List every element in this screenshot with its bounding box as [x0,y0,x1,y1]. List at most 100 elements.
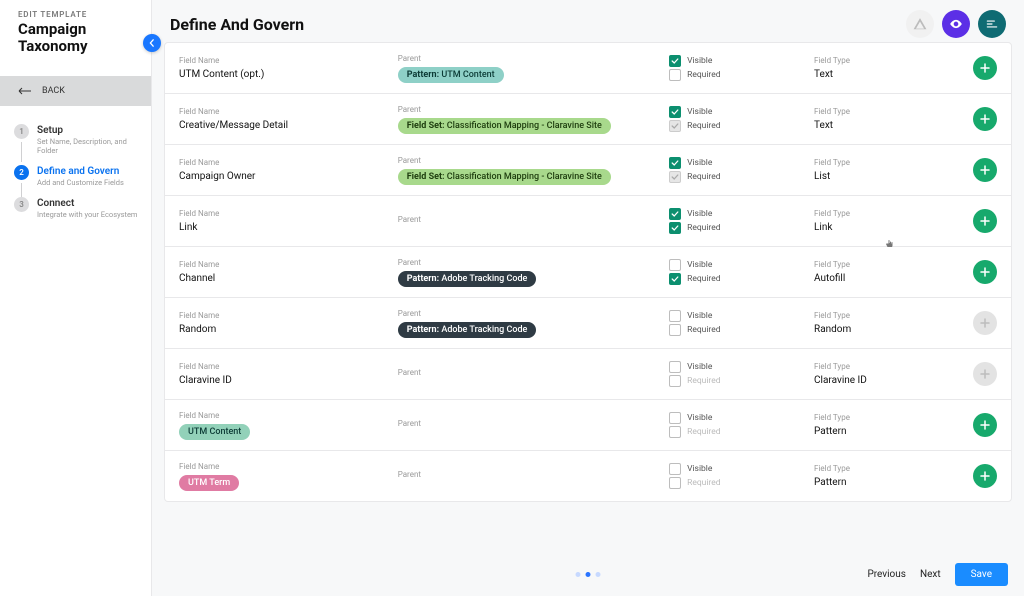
visible-label: Visible [687,158,712,168]
required-label: Required [687,70,720,80]
settings-button[interactable] [978,10,1006,38]
required-checkbox[interactable] [669,426,681,438]
visible-checkbox[interactable] [669,208,681,220]
field-name-pill: UTM Term [179,475,239,491]
visible-row: Visible [669,412,806,424]
field-type-value: Autofill [814,273,951,284]
field-type-label: Field Type [814,362,951,371]
add-button[interactable] [973,209,997,233]
field-name-label: Field Name [179,56,390,65]
plus-icon [980,267,990,277]
parent-label: Parent [398,309,661,318]
parent-label: Parent [398,258,661,267]
field-type-label: Field Type [814,56,951,65]
step-setup[interactable]: 1SetupSet Name, Description, and Folder [14,124,141,155]
sidebar-collapse-button[interactable] [143,34,161,52]
visible-checkbox[interactable] [669,310,681,322]
visible-row: Visible [669,106,806,118]
step-subtitle: Set Name, Description, and Folder [37,137,141,155]
save-button[interactable]: Save [955,563,1008,586]
visible-row: Visible [669,463,806,475]
visible-checkbox[interactable] [669,106,681,118]
required-checkbox[interactable] [669,324,681,336]
add-button[interactable] [973,107,997,131]
previous-button[interactable]: Previous [867,569,906,580]
parent-pill: Pattern: Adobe Tracking Code [398,322,537,338]
page-dot[interactable] [586,572,591,577]
plus-icon [980,318,990,328]
required-row: Required [669,222,806,234]
warning-icon [913,17,927,31]
visible-label: Visible [687,362,712,372]
visible-row: Visible [669,208,806,220]
field-name-label: Field Name [179,107,390,116]
required-checkbox[interactable] [669,273,681,285]
step-define-and-govern[interactable]: 2Define and GovernAdd and Customize Fiel… [14,165,141,187]
required-row: Required [669,324,806,336]
field-row: Field NameCampaign OwnerParentField Set:… [164,145,1012,196]
required-row: Required [669,69,806,81]
visible-checkbox[interactable] [669,412,681,424]
required-checkbox[interactable] [669,375,681,387]
field-row: Field NameChannelParentPattern: Adobe Tr… [164,247,1012,298]
visible-row: Visible [669,55,806,67]
field-name-value: Channel [179,273,390,284]
field-name-value: Link [179,222,390,233]
visible-label: Visible [687,260,712,270]
visible-checkbox[interactable] [669,361,681,373]
required-row: Required [669,120,806,132]
back-button[interactable]: BACK [0,76,151,106]
visible-checkbox[interactable] [669,157,681,169]
field-type-value: List [814,171,951,182]
visible-checkbox[interactable] [669,463,681,475]
add-button[interactable] [973,413,997,437]
back-label: BACK [42,86,65,96]
add-button[interactable] [973,464,997,488]
step-title: Connect [37,198,138,209]
pagination-dots [576,572,601,577]
step-subtitle: Add and Customize Fields [37,178,124,187]
field-name-pill: UTM Content [179,424,250,440]
sidebar: EDIT TEMPLATE Campaign Taxonomy BACK 1Se… [0,0,152,596]
parent-label: Parent [398,368,661,377]
required-checkbox[interactable] [669,69,681,81]
plus-icon [980,369,990,379]
required-checkbox[interactable] [669,477,681,489]
required-label: Required [687,223,720,233]
add-button[interactable] [973,158,997,182]
plus-icon [980,216,990,226]
field-name-value: Random [179,324,390,335]
required-label: Required [687,274,720,284]
visible-label: Visible [687,56,712,66]
warning-button[interactable] [906,10,934,38]
field-row: Field NameUTM TermParentVisibleRequiredF… [164,451,1012,502]
visible-checkbox[interactable] [669,55,681,67]
parent-label: Parent [398,470,661,479]
plus-icon [980,114,990,124]
wizard-steps: 1SetupSet Name, Description, and Folder 2… [0,106,151,229]
field-type-value: Text [814,120,951,131]
parent-pill: Field Set: Classification Mapping - Clar… [398,118,611,134]
field-type-value: Link [814,222,951,233]
field-type-label: Field Type [814,260,951,269]
required-checkbox[interactable] [669,222,681,234]
step-subtitle: Integrate with your Ecosystem [37,210,138,219]
preview-button[interactable] [942,10,970,38]
field-list: Field NameUTM Content (opt.)ParentPatter… [152,42,1024,553]
parent-pill: Pattern: UTM Content [398,67,504,83]
filter-icon [985,17,999,31]
visible-label: Visible [687,107,712,117]
visible-label: Visible [687,209,712,219]
add-button[interactable] [973,56,997,80]
parent-label: Parent [398,215,661,224]
add-button[interactable] [973,260,997,284]
field-row: Field NameUTM ContentParentVisibleRequir… [164,400,1012,451]
field-type-value: Random [814,324,951,335]
parent-pill: Field Set: Classification Mapping - Clar… [398,169,611,185]
page-dot[interactable] [596,572,601,577]
page-dot[interactable] [576,572,581,577]
visible-row: Visible [669,157,806,169]
next-button[interactable]: Next [920,569,941,580]
visible-checkbox[interactable] [669,259,681,271]
step-connect[interactable]: 3ConnectIntegrate with your Ecosystem [14,197,141,219]
